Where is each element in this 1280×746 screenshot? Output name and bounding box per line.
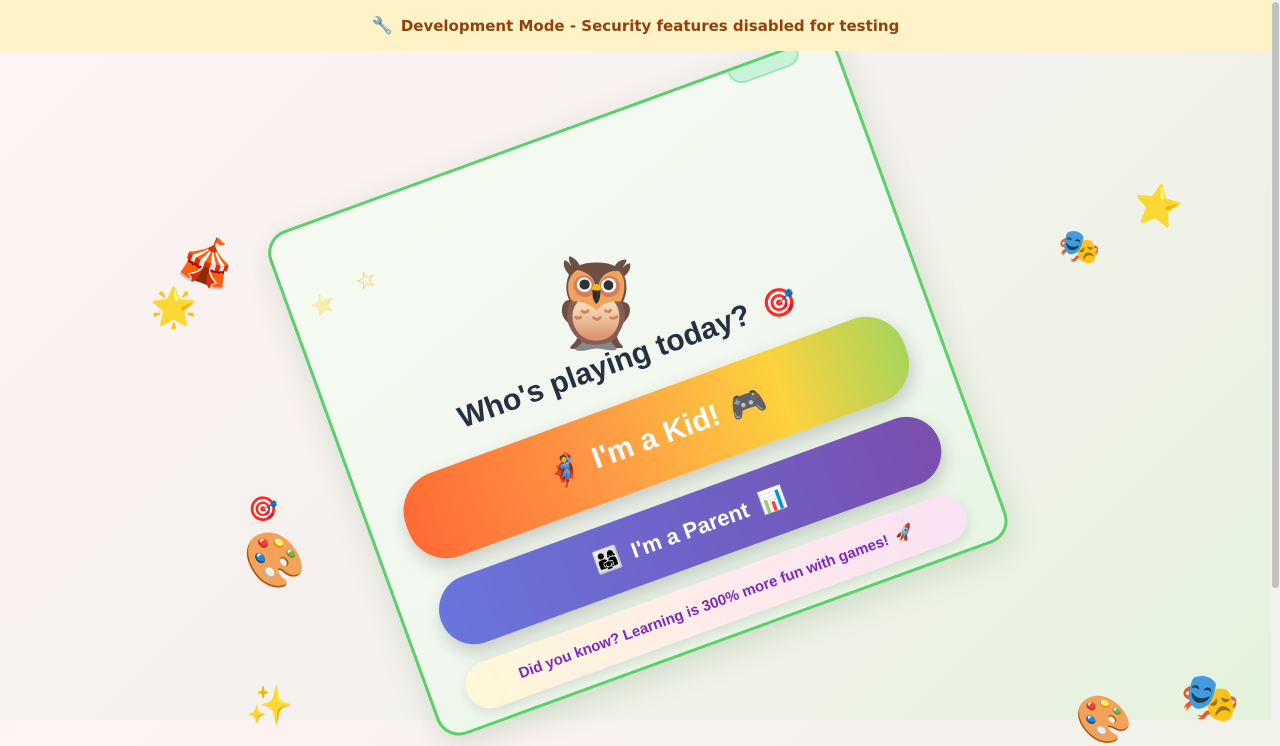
kid-role-label: I'm a Kid!	[587, 398, 725, 476]
masks-icon: 🎭	[1058, 227, 1101, 267]
star-icon: ⭐	[1129, 179, 1187, 233]
target-icon: 🎯	[248, 495, 278, 523]
faded-star-icon: ⭐	[307, 288, 339, 320]
glowing-star-icon: 🌟	[150, 285, 198, 329]
parent-role-label: I'm a Parent	[627, 497, 753, 564]
rocket-icon: 🚀	[892, 522, 917, 546]
dev-mode-banner: 🔧 Development Mode - Security features d…	[0, 0, 1271, 51]
sparkles-icon: ✨	[246, 683, 294, 727]
family-icon: 👨‍👩‍👧	[590, 543, 625, 577]
wrench-icon: 🔧	[371, 15, 393, 36]
page-scrollbar[interactable]	[1271, 0, 1280, 720]
palette-icon: 🎨	[237, 525, 312, 597]
bar-chart-icon: 📊	[755, 483, 790, 517]
target-icon: 🎯	[757, 282, 801, 324]
role-selection-card: ☆ ⭐ 🦉 Who's playing today? 🎯 🦸 I'm a Kid…	[261, 31, 1015, 743]
game-controller-icon: 🎮	[724, 382, 772, 427]
palette-icon-bottom: 🎨	[1075, 692, 1133, 746]
circus-tent-icon: 🎪	[172, 225, 245, 297]
masks-icon-bottom: 🎭	[1180, 670, 1240, 726]
dev-mode-banner-text: Development Mode - Security features dis…	[400, 16, 900, 35]
outline-star-icon: ☆	[350, 263, 381, 298]
superhero-icon: 🦸	[541, 449, 588, 493]
scrollbar-thumb[interactable]	[1272, 2, 1279, 588]
